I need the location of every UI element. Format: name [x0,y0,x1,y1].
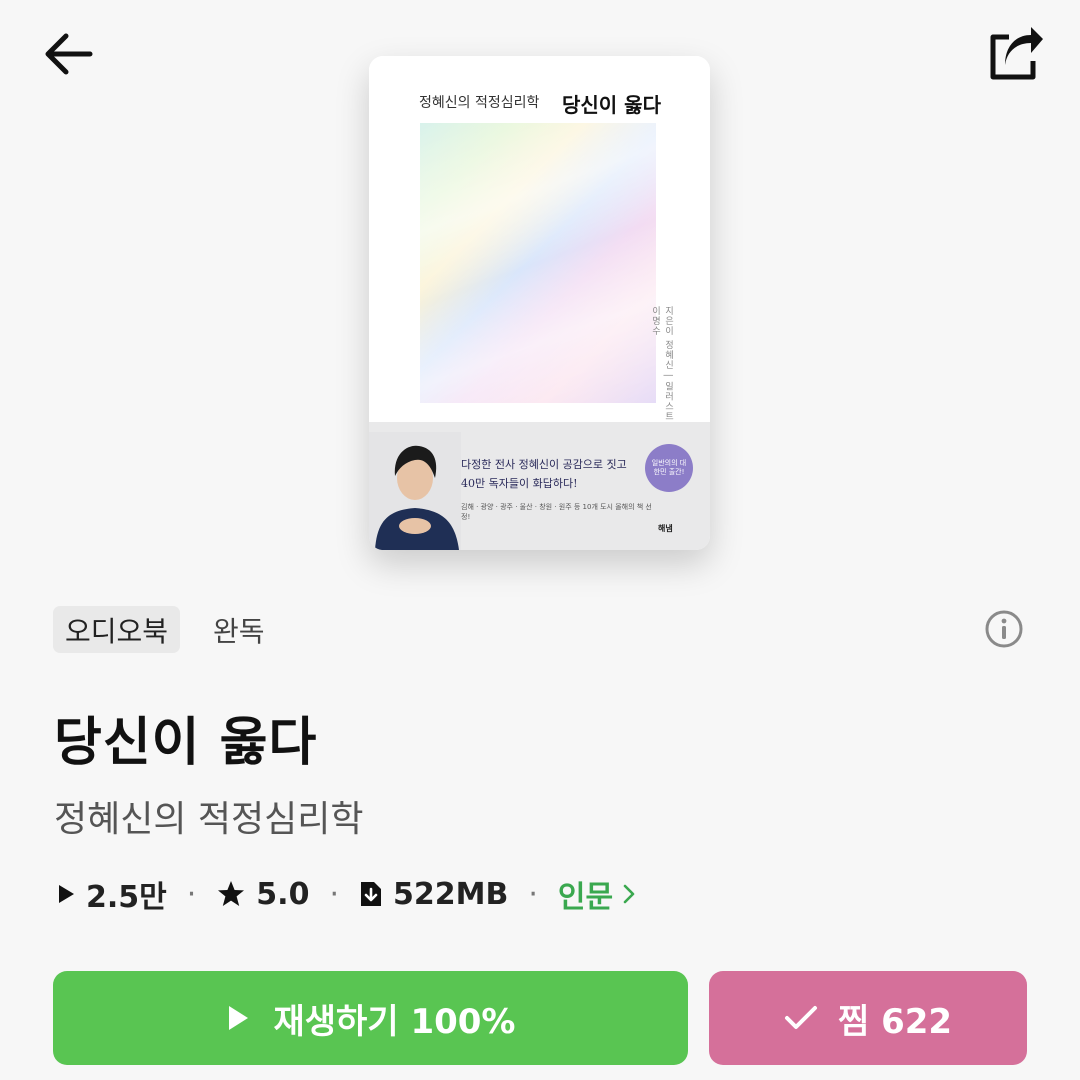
audiobook-tag: 오디오북 [53,606,181,653]
cover-title: 당신이 옳다 [562,93,661,117]
cover-author-credit: 지은이 정혜신 | 일러스트 이명수 [650,306,673,422]
separator: · [329,876,339,912]
category-link[interactable]: 인문 [558,872,635,916]
star-icon [218,881,245,906]
rating-value: 5.0 [256,876,310,912]
author-photo [369,432,461,550]
cover-small-text: 김해 · 광양 · 광주 · 울산 · 창원 · 원주 등 10개 도시 올해의… [461,503,652,521]
play-button[interactable]: 재생하기 100% [53,971,688,1065]
cover-blurb-line-1: 다정한 전사 정혜신이 공감으로 짓고 [461,458,627,471]
cover-publisher: 해냄 [658,524,673,533]
arrow-left-icon [45,33,93,75]
file-size: 522MB [359,877,508,912]
cover-badge: 일반의의 대한민 출간! [645,444,693,492]
cover-band: 다정한 전사 정혜신이 공감으로 짓고 40만 독자들이 화답하다! 김해 · … [369,422,710,550]
play-count: 2.5만 [56,872,167,916]
book-title: 당신이 옳다 [54,713,318,773]
play-button-label: 재생하기 100% [273,1001,516,1042]
check-icon [784,1006,817,1029]
cover-subtitle: 정혜신의 적정심리학 [419,95,540,111]
category-label: 인문 [557,880,614,915]
rating: 5.0 [216,877,309,912]
play-icon [228,1006,248,1030]
cover-blurb: 다정한 전사 정혜신이 공감으로 짓고 40만 독자들이 화답하다! [461,455,647,493]
wishlist-button[interactable]: 찜 622 [709,971,1027,1065]
stats-row: 2.5만 · 5.0 · 522MB · 인문 [56,872,635,916]
read-status: 완독 [213,615,265,647]
book-cover[interactable]: 정혜신의 적정심리학 당신이 옳다 지은이 정혜신 | 일러스트 이명수 다정한… [369,56,710,550]
download-file-icon [361,882,381,906]
play-small-icon [59,885,74,903]
share-button[interactable] [980,20,1050,86]
wishlist-button-label: 찜 622 [837,1001,953,1042]
share-icon [990,27,1043,80]
cover-iridescent-art [420,123,656,403]
book-subtitle: 정혜신의 적정심리학 [54,799,364,840]
back-button[interactable] [38,26,98,82]
chevron-right-icon [623,884,635,904]
info-button[interactable] [982,607,1026,651]
separator: · [528,876,538,912]
cover-blurb-line-2: 40만 독자들이 화답하다! [461,477,578,490]
play-count-value: 2.5만 [86,880,167,915]
separator: · [186,876,197,912]
cover-top-section: 정혜신의 적정심리학 당신이 옳다 지은이 정혜신 | 일러스트 이명수 [369,56,710,422]
info-icon [985,610,1023,648]
file-size-value: 522MB [393,876,509,912]
